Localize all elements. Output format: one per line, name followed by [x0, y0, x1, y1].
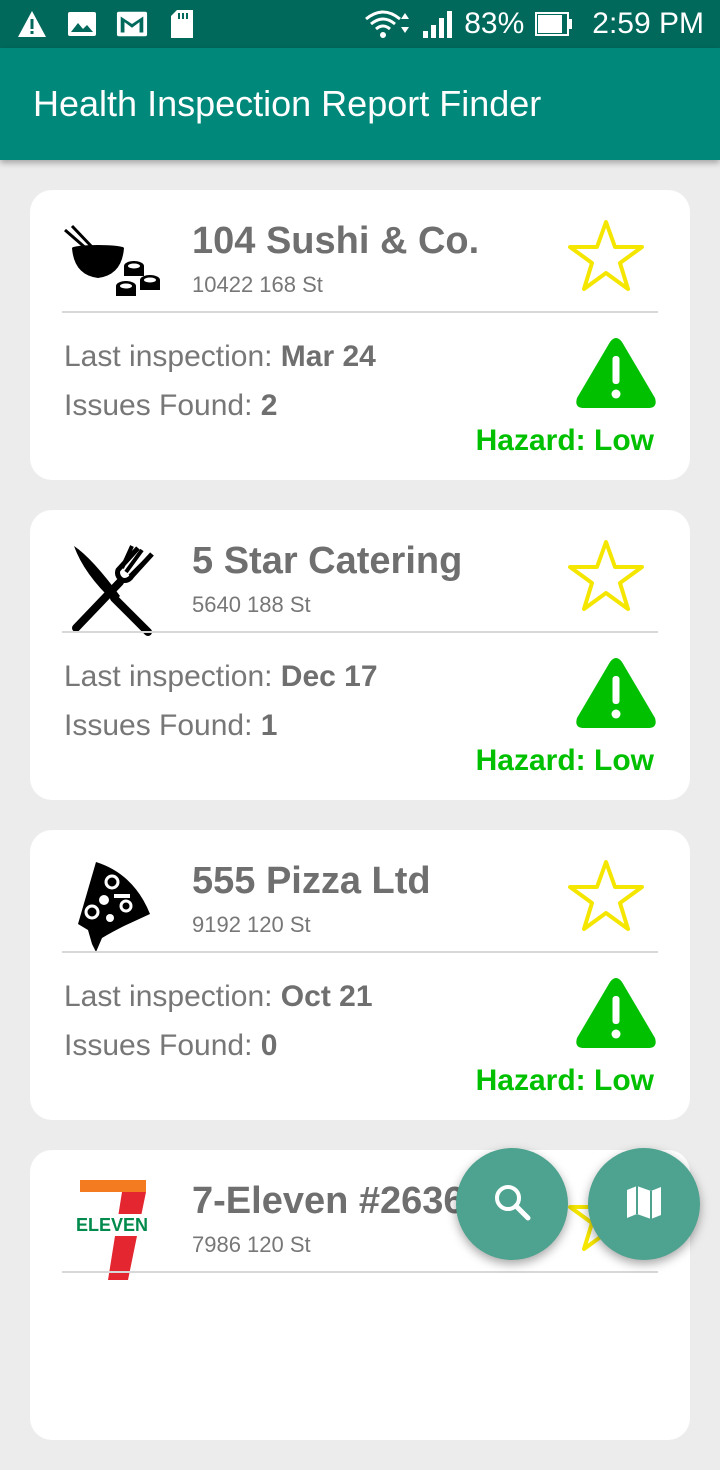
- svg-text:ELEVEN: ELEVEN: [76, 1215, 148, 1235]
- image-icon: [66, 8, 98, 40]
- map-button[interactable]: [588, 1148, 700, 1260]
- last-inspection-date: Dec 17: [280, 660, 378, 693]
- issues-count: 2: [260, 389, 278, 422]
- card-divider: [62, 631, 658, 633]
- cutlery-icon: [62, 540, 162, 640]
- last-inspection-date: Oct 21: [280, 980, 373, 1013]
- battery-icon: [534, 8, 574, 40]
- restaurant-address: 5640 188 St: [192, 592, 311, 617]
- restaurant-card[interactable]: 5 Star Catering 5640 188 St Last inspect…: [30, 510, 690, 800]
- status-bar: 83% 2:59 PM: [0, 0, 720, 48]
- issues-found: Issues Found: 1: [64, 709, 278, 742]
- restaurant-address: 7986 120 St: [192, 1232, 311, 1257]
- issues-found: Issues Found: 2: [64, 389, 278, 422]
- search-icon: [492, 1182, 532, 1227]
- sushi-icon: [62, 220, 162, 320]
- battery-percent: 83%: [464, 7, 525, 40]
- restaurant-name: 5 Star Catering: [192, 540, 463, 582]
- signal-icon: [422, 8, 454, 40]
- issues-count: 1: [260, 709, 278, 742]
- card-divider: [62, 1271, 658, 1273]
- hazard-warning-icon: [574, 656, 658, 730]
- last-inspection: Last inspection: Oct 21: [64, 980, 373, 1013]
- restaurant-name: 7-Eleven #2636: [192, 1180, 465, 1222]
- hazard-level: Hazard: Low: [475, 744, 654, 777]
- app-bar: Health Inspection Report Finder: [0, 48, 720, 160]
- restaurant-list: 104 Sushi & Co. 10422 168 St Last inspec…: [30, 190, 690, 1470]
- restaurant-address: 10422 168 St: [192, 272, 323, 297]
- favorite-star-icon[interactable]: [564, 854, 648, 938]
- seven-eleven-logo: ELEVEN: [62, 1180, 162, 1280]
- hazard-warning-icon: [574, 336, 658, 410]
- warning-icon: [16, 8, 48, 40]
- restaurant-card[interactable]: 555 Pizza Ltd 9192 120 St Last inspectio…: [30, 830, 690, 1120]
- wifi-icon: [364, 8, 412, 40]
- issues-found: Issues Found: 0: [64, 1029, 278, 1062]
- gmail-icon: [116, 8, 148, 40]
- issues-count: 0: [260, 1029, 278, 1062]
- app-title: Health Inspection Report Finder: [33, 83, 542, 124]
- sd-card-icon: [166, 8, 198, 40]
- search-button[interactable]: [456, 1148, 568, 1260]
- card-divider: [62, 311, 658, 313]
- clock: 2:59 PM: [592, 7, 704, 40]
- restaurant-name: 555 Pizza Ltd: [192, 860, 431, 902]
- last-inspection: Last inspection: Dec 17: [64, 660, 378, 693]
- hazard-level: Hazard: Low: [475, 1064, 654, 1097]
- favorite-star-icon[interactable]: [564, 214, 648, 298]
- restaurant-address: 9192 120 St: [192, 912, 311, 937]
- map-icon: [624, 1182, 664, 1227]
- last-inspection: Last inspection: Mar 24: [64, 340, 376, 373]
- hazard-warning-icon: [574, 976, 658, 1050]
- favorite-star-icon[interactable]: [564, 534, 648, 618]
- card-divider: [62, 951, 658, 953]
- pizza-icon: [62, 860, 162, 960]
- restaurant-name: 104 Sushi & Co.: [192, 220, 480, 262]
- last-inspection-date: Mar 24: [280, 340, 376, 373]
- hazard-level: Hazard: Low: [475, 424, 654, 457]
- restaurant-card[interactable]: 104 Sushi & Co. 10422 168 St Last inspec…: [30, 190, 690, 480]
